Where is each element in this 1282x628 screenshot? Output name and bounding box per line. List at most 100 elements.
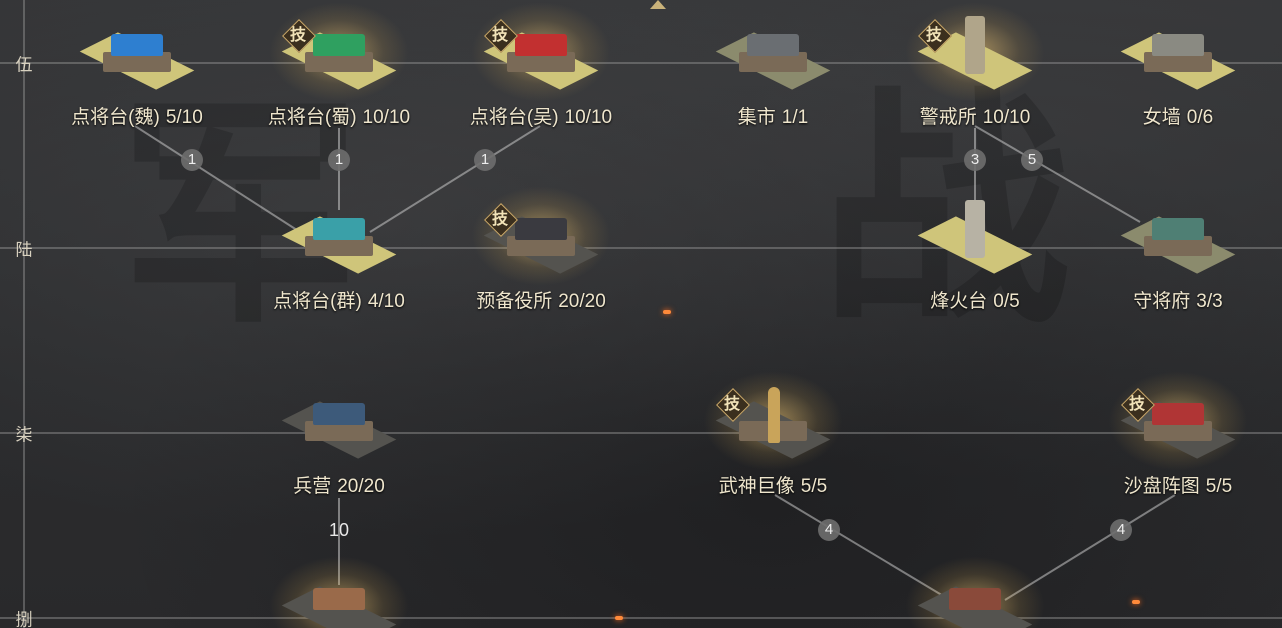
building-label: 守将府 3/3 bbox=[1103, 286, 1253, 313]
link-count: 10 bbox=[328, 520, 350, 540]
building-node-qun[interactable]: 点将台(群) 4/10 bbox=[264, 200, 414, 313]
building-node-parapet[interactable]: 女墙 0/6 bbox=[1103, 16, 1253, 129]
building-roof bbox=[747, 34, 799, 56]
building-node-guard-post[interactable]: 技警戒所 10/10 bbox=[900, 2, 1050, 129]
statue-icon bbox=[768, 387, 780, 443]
building-name: 点将台(群) bbox=[273, 291, 362, 312]
scroll-up-marker[interactable] bbox=[650, 0, 666, 9]
building-node-reserve-office[interactable]: 技预备役所 20/20 bbox=[466, 186, 616, 313]
building-node-market[interactable]: 集市 1/1 bbox=[698, 16, 848, 129]
building-node-beacon-tower[interactable]: 烽火台 0/5 bbox=[900, 200, 1050, 313]
building-name: 武神巨像 bbox=[718, 476, 795, 497]
building-level: 1/1 bbox=[781, 107, 809, 128]
row-label-5: 伍 bbox=[15, 55, 33, 76]
building-level: 5/5 bbox=[1205, 476, 1233, 497]
building-icon[interactable] bbox=[269, 556, 409, 628]
building-label: 兵营 20/20 bbox=[264, 471, 414, 498]
building-node-wu[interactable]: 技点将台(吴) 10/10 bbox=[466, 2, 616, 129]
building-icon[interactable] bbox=[77, 16, 197, 96]
building-roof bbox=[313, 218, 365, 240]
building-icon[interactable]: 技 bbox=[471, 186, 611, 286]
link-count: 1 bbox=[328, 149, 350, 171]
building-label: 沙盘阵图 5/5 bbox=[1103, 471, 1253, 498]
building-name: 女墙 bbox=[1142, 107, 1181, 128]
link-count: 5 bbox=[1021, 149, 1043, 171]
building-roof bbox=[111, 34, 163, 56]
row-label-8: 捌 bbox=[15, 610, 33, 628]
building-level: 0/5 bbox=[993, 291, 1020, 312]
building-level: 10/10 bbox=[362, 107, 411, 128]
building-name: 沙盘阵图 bbox=[1123, 476, 1200, 497]
building-icon[interactable] bbox=[279, 200, 399, 280]
building-node-shu[interactable]: 技点将台(蜀) 10/10 bbox=[264, 2, 414, 129]
building-tree-view: 军 战 伍 陆 柒 捌 1 1 1 3 5 10 4 4 点将台(魏) 5/10 技… bbox=[0, 0, 1282, 628]
building-label: 女墙 0/6 bbox=[1103, 102, 1253, 129]
building-node-partial[interactable] bbox=[900, 556, 1050, 628]
tech-badge-icon: 技 bbox=[1122, 389, 1152, 419]
building-roof bbox=[313, 588, 365, 610]
building-level: 5/10 bbox=[165, 107, 203, 128]
link-count: 3 bbox=[964, 149, 986, 171]
building-icon[interactable] bbox=[1118, 16, 1238, 96]
building-icon[interactable]: 技 bbox=[269, 2, 409, 102]
tech-badge-icon: 技 bbox=[485, 204, 515, 234]
tech-badge-icon: 技 bbox=[283, 20, 313, 50]
building-roof bbox=[515, 218, 567, 240]
building-name: 预备役所 bbox=[476, 291, 553, 312]
building-label: 点将台(蜀) 10/10 bbox=[264, 102, 414, 129]
link-count: 4 bbox=[818, 519, 840, 541]
building-node-war-god-statue[interactable]: 技武神巨像 5/5 bbox=[698, 371, 848, 498]
building-name: 点将台(魏) bbox=[71, 107, 160, 128]
building-level: 10/10 bbox=[564, 107, 613, 128]
building-name: 烽火台 bbox=[930, 291, 988, 312]
tech-badge-icon: 技 bbox=[485, 20, 515, 50]
building-level: 10/10 bbox=[982, 107, 1031, 128]
building-icon[interactable]: 技 bbox=[905, 2, 1045, 102]
building-label: 烽火台 0/5 bbox=[900, 286, 1050, 313]
building-name: 点将台(吴) bbox=[469, 107, 559, 128]
building-icon[interactable] bbox=[905, 556, 1045, 628]
building-roof bbox=[1152, 403, 1204, 425]
building-icon[interactable] bbox=[915, 200, 1035, 280]
building-roof bbox=[313, 34, 365, 56]
building-roof bbox=[1152, 218, 1204, 240]
building-icon[interactable]: 技 bbox=[703, 371, 843, 471]
building-icon[interactable]: 技 bbox=[1108, 371, 1248, 471]
building-label: 点将台(群) 4/10 bbox=[264, 286, 414, 313]
watchtower-icon bbox=[965, 16, 985, 74]
building-label: 预备役所 20/20 bbox=[466, 286, 616, 313]
row-label-7: 柒 bbox=[15, 425, 33, 446]
building-roof bbox=[1152, 34, 1204, 56]
building-icon[interactable]: 技 bbox=[471, 2, 611, 102]
building-name: 点将台(蜀) bbox=[267, 107, 357, 128]
building-level: 4/10 bbox=[367, 291, 405, 312]
link-count: 4 bbox=[1110, 519, 1132, 541]
building-level: 0/6 bbox=[1186, 107, 1214, 128]
building-label: 点将台(吴) 10/10 bbox=[466, 102, 616, 129]
building-roof bbox=[313, 403, 365, 425]
building-level: 3/3 bbox=[1196, 291, 1223, 312]
building-icon[interactable] bbox=[1118, 200, 1238, 280]
building-icon[interactable] bbox=[713, 16, 833, 96]
building-name: 集市 bbox=[737, 107, 776, 128]
link-count: 1 bbox=[181, 149, 203, 171]
tech-badge-icon: 技 bbox=[717, 389, 747, 419]
building-level: 5/5 bbox=[800, 476, 828, 497]
building-name: 警戒所 bbox=[919, 107, 977, 128]
building-node-wei[interactable]: 点将台(魏) 5/10 bbox=[62, 16, 212, 129]
building-name: 守将府 bbox=[1133, 291, 1191, 312]
tech-badge-icon: 技 bbox=[919, 20, 949, 50]
building-node-partial[interactable] bbox=[264, 556, 414, 628]
building-level: 20/20 bbox=[558, 291, 606, 312]
ember-spark bbox=[1132, 600, 1140, 604]
ember-spark bbox=[663, 310, 671, 314]
building-roof bbox=[949, 588, 1001, 610]
row-label-6: 陆 bbox=[15, 240, 33, 261]
building-node-commander-mansion[interactable]: 守将府 3/3 bbox=[1103, 200, 1253, 313]
building-icon[interactable] bbox=[279, 385, 399, 465]
building-label: 点将台(魏) 5/10 bbox=[62, 102, 212, 129]
building-node-sand-table[interactable]: 技沙盘阵图 5/5 bbox=[1103, 371, 1253, 498]
building-name: 兵营 bbox=[293, 476, 332, 497]
ember-spark bbox=[615, 616, 623, 620]
building-node-barracks[interactable]: 兵营 20/20 bbox=[264, 385, 414, 498]
